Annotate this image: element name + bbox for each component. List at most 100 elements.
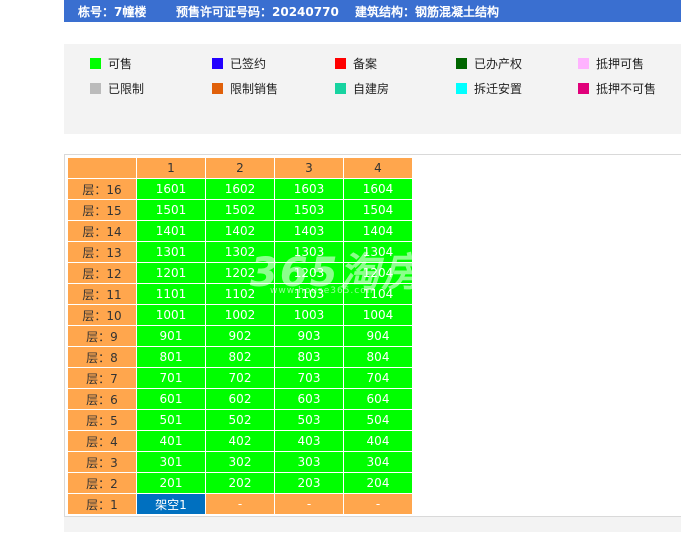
legend-item: 抵押可售 — [578, 55, 644, 72]
unit-cell[interactable]: 1602 — [206, 179, 274, 199]
legend-item: 可售 — [90, 55, 132, 72]
unit-cell[interactable]: 1401 — [137, 221, 205, 241]
unit-cell[interactable]: 1603 — [275, 179, 343, 199]
unit-cell[interactable]: 1201 — [137, 263, 205, 283]
floor-label: 层：11 — [68, 284, 136, 304]
floor-label: 层：16 — [68, 179, 136, 199]
unit-column-header: 3 — [275, 158, 343, 178]
unit-cell[interactable]: 1402 — [206, 221, 274, 241]
unit-cell[interactable]: 403 — [275, 431, 343, 451]
floor-label: 层：15 — [68, 200, 136, 220]
floor-label: 层：7 — [68, 368, 136, 388]
unit-cell[interactable]: 701 — [137, 368, 205, 388]
unit-cell[interactable]: 402 — [206, 431, 274, 451]
unit-grid-panel: 1 2 3 4 层：16 1601 1602 1603 1604 层：15 1501 1502 1503… — [64, 154, 681, 531]
unit-cell[interactable]: 502 — [206, 410, 274, 430]
floor-row: 层：16 1601 1602 1603 1604 — [68, 179, 412, 199]
floor-label: 层：4 — [68, 431, 136, 451]
floor-row: 层：3 301 302 303 304 — [68, 452, 412, 472]
unit-cell[interactable]: 1303 — [275, 242, 343, 262]
legend-swatch — [212, 83, 223, 94]
unit-cell[interactable]: 904 — [344, 326, 412, 346]
unit-cell[interactable]: 504 — [344, 410, 412, 430]
floor-label: 层：6 — [68, 389, 136, 409]
unit-cell[interactable]: 201 — [137, 473, 205, 493]
unit-cell[interactable]: 203 — [275, 473, 343, 493]
unit-column-header: 1 — [137, 158, 205, 178]
legend-item: 限制销售 — [212, 80, 278, 97]
unit-cell-special[interactable]: 架空1 — [137, 494, 205, 514]
unit-cell[interactable]: 304 — [344, 452, 412, 472]
legend-swatch — [578, 58, 589, 69]
legend-item: 自建房 — [335, 80, 389, 97]
unit-cell[interactable]: 803 — [275, 347, 343, 367]
empty-unit-cell: - — [344, 494, 412, 514]
unit-grid: 1 2 3 4 层：16 1601 1602 1603 1604 层：15 1501 1502 1503… — [67, 157, 413, 515]
legend-swatch — [212, 58, 223, 69]
unit-cell[interactable]: 804 — [344, 347, 412, 367]
floor-row: 层：5 501 502 503 504 — [68, 410, 412, 430]
panel-footer — [64, 516, 681, 532]
unit-cell[interactable]: 1502 — [206, 200, 274, 220]
presale-permit: 预售许可证号码：20240770 — [176, 5, 339, 19]
unit-cell[interactable]: 302 — [206, 452, 274, 472]
unit-cell[interactable]: 901 — [137, 326, 205, 346]
unit-cell[interactable]: 1601 — [137, 179, 205, 199]
unit-cell[interactable]: 503 — [275, 410, 343, 430]
unit-cell[interactable]: 601 — [137, 389, 205, 409]
unit-cell[interactable]: 1504 — [344, 200, 412, 220]
floor-row: 层：4 401 402 403 404 — [68, 431, 412, 451]
building-number: 栋号：7幢楼 — [78, 5, 147, 19]
unit-cell[interactable]: 1203 — [275, 263, 343, 283]
unit-cell[interactable]: 1202 — [206, 263, 274, 283]
floor-row: 层：8 801 802 803 804 — [68, 347, 412, 367]
floor-row: 层：1 架空1- - - — [68, 494, 412, 514]
unit-cell[interactable]: 602 — [206, 389, 274, 409]
unit-cell[interactable]: 303 — [275, 452, 343, 472]
floor-row: 层：14 1401 1402 1403 1404 — [68, 221, 412, 241]
unit-cell[interactable]: 1004 — [344, 305, 412, 325]
unit-cell[interactable]: 301 — [137, 452, 205, 472]
legend-swatch — [335, 83, 346, 94]
unit-cell[interactable]: 1503 — [275, 200, 343, 220]
floor-row: 层：10 1001 1002 1003 1004 — [68, 305, 412, 325]
unit-cell[interactable]: 204 — [344, 473, 412, 493]
unit-cell[interactable]: 1604 — [344, 179, 412, 199]
unit-cell[interactable]: 1001 — [137, 305, 205, 325]
unit-cell[interactable]: 501 — [137, 410, 205, 430]
unit-cell[interactable]: 1204 — [344, 263, 412, 283]
unit-cell[interactable]: 703 — [275, 368, 343, 388]
unit-cell[interactable]: 702 — [206, 368, 274, 388]
floor-label: 层：3 — [68, 452, 136, 472]
unit-cell[interactable]: 1302 — [206, 242, 274, 262]
floor-label: 层：9 — [68, 326, 136, 346]
unit-cell[interactable]: 404 — [344, 431, 412, 451]
unit-cell[interactable]: 1501 — [137, 200, 205, 220]
unit-cell[interactable]: 1102 — [206, 284, 274, 304]
unit-cell[interactable]: 902 — [206, 326, 274, 346]
unit-cell[interactable]: 1403 — [275, 221, 343, 241]
unit-cell[interactable]: 202 — [206, 473, 274, 493]
unit-cell[interactable]: 1404 — [344, 221, 412, 241]
watermark-url: www.house365.com — [270, 286, 377, 296]
unit-cell[interactable]: 1003 — [275, 305, 343, 325]
floor-row: 层：6 601 602 603 604 — [68, 389, 412, 409]
unit-cell[interactable]: 802 — [206, 347, 274, 367]
unit-cell[interactable]: 604 — [344, 389, 412, 409]
legend-item: 备案 — [335, 55, 377, 72]
empty-unit-cell: - — [275, 494, 343, 514]
legend-swatch — [335, 58, 346, 69]
floor-row: 层：12 1201 1202 1203 1204 — [68, 263, 412, 283]
unit-cell[interactable]: 401 — [137, 431, 205, 451]
unit-cell[interactable]: 1301 — [137, 242, 205, 262]
floor-row: 层：9 901 902 903 904 — [68, 326, 412, 346]
unit-cell[interactable]: 1002 — [206, 305, 274, 325]
unit-cell[interactable]: 1101 — [137, 284, 205, 304]
legend-swatch — [90, 58, 101, 69]
empty-unit-cell: - — [206, 494, 274, 514]
unit-cell[interactable]: 1304 — [344, 242, 412, 262]
unit-cell[interactable]: 801 — [137, 347, 205, 367]
unit-cell[interactable]: 903 — [275, 326, 343, 346]
unit-cell[interactable]: 603 — [275, 389, 343, 409]
unit-cell[interactable]: 704 — [344, 368, 412, 388]
